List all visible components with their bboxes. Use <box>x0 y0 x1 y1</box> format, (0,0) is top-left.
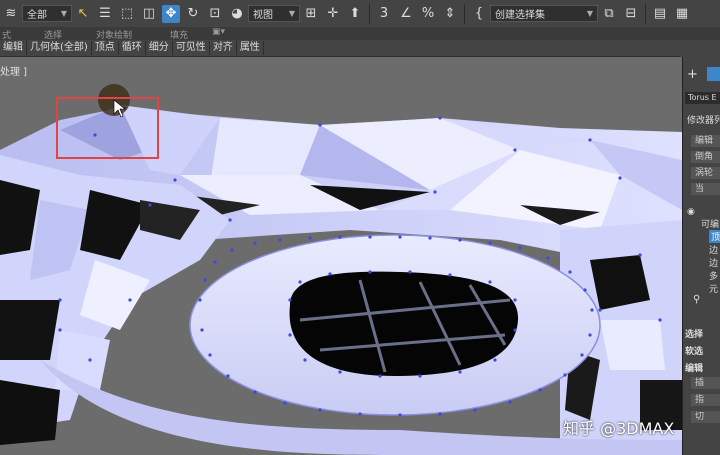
rect-selection-icon[interactable]: ⬚ <box>118 5 136 23</box>
watermark: 知乎 @3DMAX <box>563 419 675 438</box>
eye-icon[interactable]: ◉ <box>687 207 695 217</box>
stack-item[interactable]: 元 <box>709 282 718 295</box>
select-manipulate-icon[interactable]: ✛ <box>324 5 342 23</box>
stack-item[interactable]: 可编 <box>701 217 719 230</box>
ribbon-tabs: 编辑 几何体(全部) 顶点 循环 细分 可见性 对齐 属性 <box>0 40 680 57</box>
ribbon-tab[interactable]: 属性 <box>237 41 264 55</box>
edit-button[interactable]: 指 <box>691 394 720 406</box>
ribbon-tab[interactable]: 对齐 <box>210 41 237 55</box>
toolbar-section-labels: 式 选择 对象绘制 填充 ▣▾ <box>0 27 720 41</box>
command-panel: + Torus E 修改器列 编辑 倒角 涡轮 当 ◉ 可编 顶 边 边 多 元… <box>682 57 720 455</box>
angle-snap-icon[interactable]: ∠ <box>397 5 415 23</box>
chevron-down-icon: ▼ <box>60 9 67 18</box>
object-name-field[interactable]: Torus E <box>685 92 720 104</box>
snap-toggle-icon[interactable]: 3 <box>375 5 393 23</box>
create-tab-icon[interactable]: + <box>687 67 698 82</box>
stack-item-selected[interactable]: 顶 <box>709 230 720 243</box>
named-selection-set-dropdown[interactable]: 创建选择集 ▼ <box>490 5 598 22</box>
select-rotate-icon[interactable]: ↻ <box>184 5 202 23</box>
named-selection-set-placeholder: 创建选择集 <box>495 10 545 21</box>
select-move-icon[interactable]: ✥ <box>162 4 180 23</box>
toolbar-separator <box>464 3 465 24</box>
pivot-center-icon[interactable]: ⊞ <box>302 5 320 23</box>
mirror-icon[interactable]: ⧉ <box>600 5 618 23</box>
align-icon[interactable]: ⊟ <box>622 5 640 23</box>
rollout-header[interactable]: 编辑 <box>685 361 703 374</box>
ribbon-tab[interactable]: 编辑 <box>0 41 27 55</box>
modifier-list-dropdown[interactable]: 修改器列 <box>687 113 720 126</box>
scene-explorer-icon[interactable]: ▤ <box>651 5 669 23</box>
app-window: { "toolbar": { "filter_value": "全部", "vi… <box>0 0 720 455</box>
ribbon-tab[interactable]: 循环 <box>119 41 146 55</box>
edit-button[interactable]: 切 <box>691 411 720 423</box>
viewport-label[interactable]: 处理 ] <box>0 63 27 78</box>
stack-item[interactable]: 边 <box>709 243 718 256</box>
rollout-header[interactable]: 选择 <box>685 327 703 340</box>
modifier-button[interactable]: 涡轮 <box>691 167 720 179</box>
selection-filter-value: 全部 <box>27 10 47 21</box>
stack-item[interactable]: 边 <box>709 256 718 269</box>
ribbon-tab[interactable]: 顶点 <box>92 41 119 55</box>
modifier-button[interactable]: 倒角 <box>691 151 720 163</box>
select-object-icon[interactable]: ↖ <box>74 5 92 23</box>
edit-named-selection-icon[interactable]: { <box>470 5 488 23</box>
main-toolbar: ≋ 全部 ▼ ↖ ☰ ⬚ ◫ ✥ ↻ ⊡ ◕ 视图 ▼ ⊞ ✛ ⬆ 3 ∠ % ⇕ … <box>0 0 720 28</box>
reference-coord-dropdown[interactable]: 视图 ▼ <box>248 5 300 22</box>
place-icon[interactable]: ◕ <box>228 5 246 23</box>
layer-explorer-icon[interactable]: ▦ <box>673 5 691 23</box>
toolbar-separator <box>369 3 370 24</box>
ribbon-tab[interactable]: 细分 <box>146 41 173 55</box>
selection-filter-dropdown[interactable]: 全部 ▼ <box>22 5 72 22</box>
modify-tab-icon[interactable] <box>707 67 720 81</box>
highlight-rectangle <box>56 97 159 159</box>
select-by-name-icon[interactable]: ☰ <box>96 5 114 23</box>
chevron-down-icon: ▼ <box>586 9 593 18</box>
layers-icon[interactable]: ≋ <box>2 5 20 23</box>
select-scale-icon[interactable]: ⊡ <box>206 5 224 23</box>
ribbon-tab[interactable]: 几何体(全部) <box>27 41 92 55</box>
toolbar-separator <box>645 3 646 24</box>
keyboard-shortcut-icon[interactable]: ⬆ <box>346 5 364 23</box>
chevron-down-icon: ▼ <box>288 9 295 18</box>
reference-coord-value: 视图 <box>253 10 273 21</box>
window-crossing-icon[interactable]: ◫ <box>140 5 158 23</box>
edit-button[interactable]: 插 <box>691 377 720 389</box>
rollout-header[interactable]: 软选 <box>685 344 703 357</box>
options-dropdown-icon[interactable]: ▣▾ <box>212 27 225 37</box>
modifier-button[interactable]: 编辑 <box>691 135 720 147</box>
modifier-button[interactable]: 当 <box>691 183 720 195</box>
ribbon-tab[interactable]: 可见性 <box>173 41 210 55</box>
spinner-snap-icon[interactable]: ⇕ <box>441 5 459 23</box>
percent-snap-icon[interactable]: % <box>419 5 437 23</box>
stack-item[interactable]: 多 <box>709 269 718 282</box>
pin-stack-icon[interactable]: ⚲ <box>693 294 700 305</box>
